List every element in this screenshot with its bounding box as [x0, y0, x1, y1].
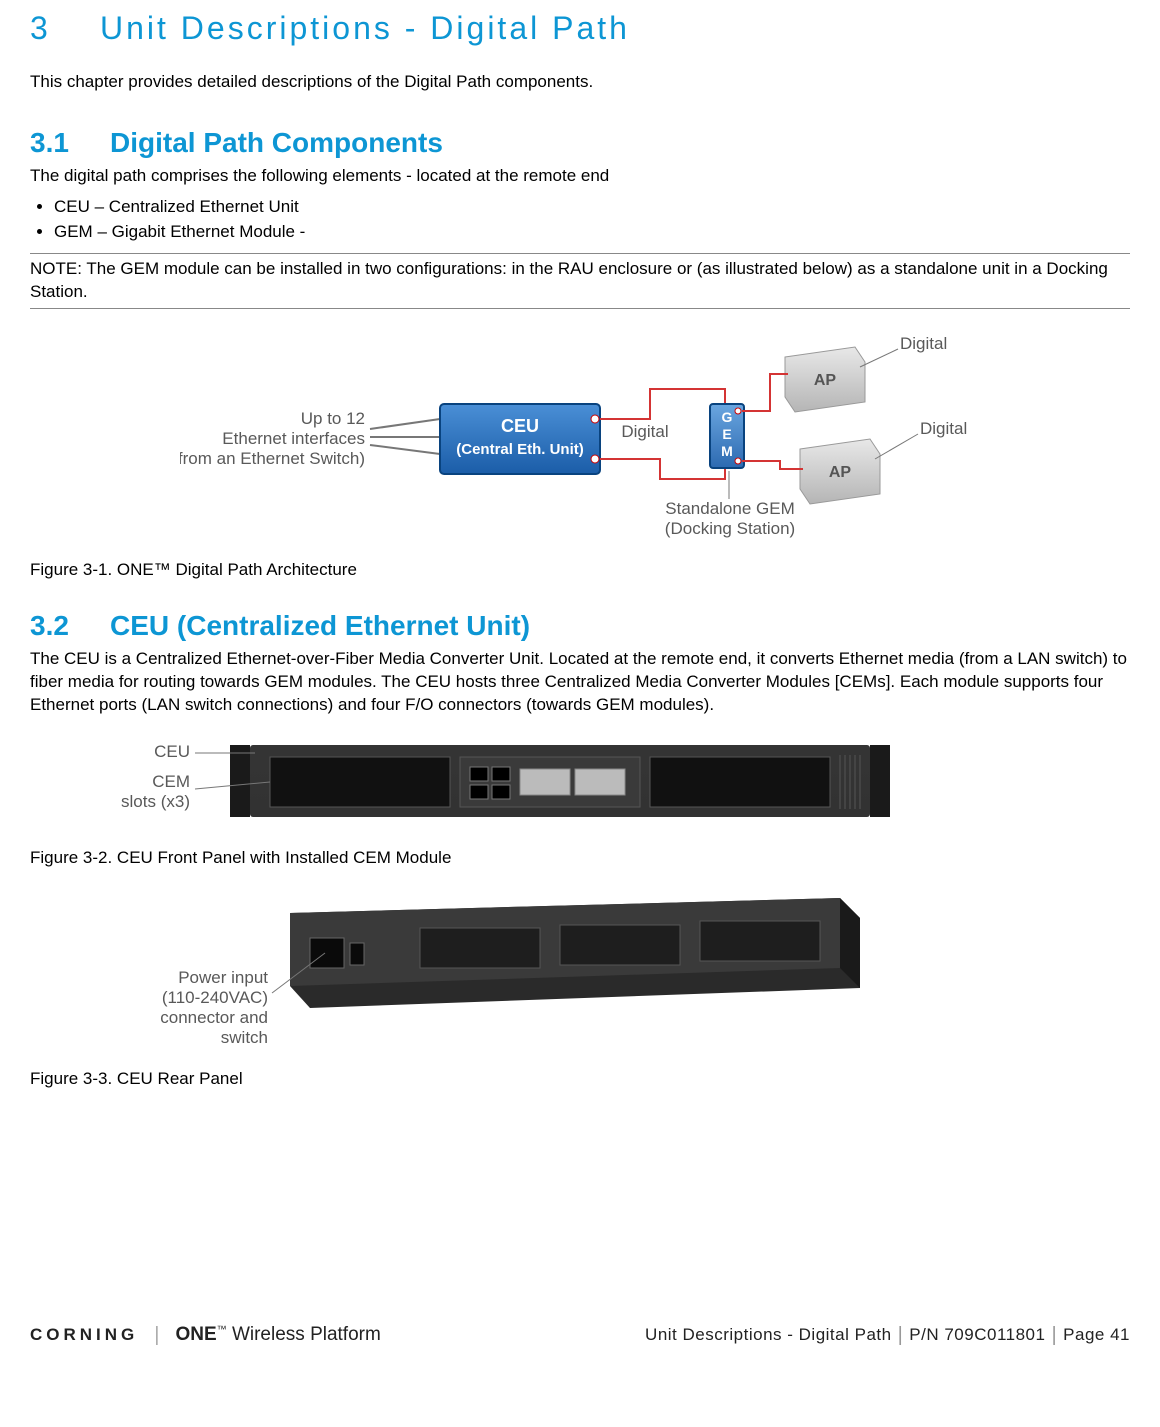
standalone-label-line1: Standalone GEM [665, 499, 794, 518]
section-title: Digital Path Components [110, 127, 443, 158]
ap-label-bottom: AP [829, 464, 852, 481]
cem-label-line2: slots (x3) [121, 792, 190, 811]
chapter-heading: 3Unit Descriptions - Digital Path [30, 10, 1130, 47]
platform-name: ONE™ Wireless Platform [175, 1324, 380, 1346]
separator-icon: | [898, 1324, 904, 1347]
ap-label-top: AP [814, 372, 837, 389]
figure-3-3-caption: Figure 3-3. CEU Rear Panel [30, 1069, 1130, 1089]
ceu-label: CEU [154, 742, 190, 761]
brand-logo: CORNING [30, 1325, 138, 1345]
ceu-box-line1: CEU [501, 416, 539, 436]
standalone-label-line2: (Docking Station) [665, 519, 795, 538]
footer-pn: P/N 709C011801 [909, 1325, 1045, 1345]
power-label-line2: (110-240VAC) [162, 988, 268, 1007]
chapter-intro: This chapter provides detailed descripti… [30, 72, 1130, 92]
section-number: 3.2 [30, 610, 110, 642]
chapter-number: 3 [30, 10, 100, 47]
figure-3-3: Power input (110-240VAC) connector and s… [160, 898, 880, 1063]
svg-text:M: M [721, 443, 733, 459]
digital-label-top: Digital [900, 334, 947, 353]
figure-3-2-caption: Figure 3-2. CEU Front Panel with Install… [30, 848, 1130, 868]
section-3-1-lead: The digital path comprises the following… [30, 165, 1130, 188]
footer-title: Unit Descriptions - Digital Path [645, 1325, 892, 1345]
separator-icon: | [154, 1324, 159, 1347]
power-label-line4: switch [221, 1028, 268, 1047]
power-label-line3: connector and [160, 1008, 268, 1027]
list-item: GEM – Gigabit Ethernet Module - [54, 219, 1130, 245]
eth-label-line1: Up to 12 [301, 409, 365, 428]
section-3-2-body: The CEU is a Centralized Ethernet-over-F… [30, 648, 1130, 717]
svg-text:G: G [722, 409, 733, 425]
ceu-box-line2: (Central Eth. Unit) [456, 441, 584, 458]
footer-page: Page 41 [1063, 1325, 1130, 1345]
figure-3-1-caption: Figure 3-1. ONE™ Digital Path Architectu… [30, 560, 1130, 580]
list-item: CEU – Centralized Ethernet Unit [54, 194, 1130, 220]
section-title: CEU (Centralized Ethernet Unit) [110, 610, 530, 641]
power-label-line1: Power input [178, 968, 268, 987]
section-number: 3.1 [30, 127, 110, 159]
digital-label-bottom: Digital [920, 419, 967, 438]
separator-icon: | [1051, 1324, 1057, 1347]
eth-label-line2: Ethernet interfaces [222, 429, 365, 448]
svg-text:E: E [722, 426, 731, 442]
chapter-title: Unit Descriptions - Digital Path [100, 10, 630, 46]
page-footer: CORNING | ONE™ Wireless Platform Unit De… [30, 1310, 1130, 1360]
figure-3-1: Up to 12 Ethernet interfaces (from an Et… [180, 319, 980, 554]
cem-label-line1: CEM [152, 772, 190, 791]
eth-label-line3: (from an Ethernet Switch) [180, 449, 365, 468]
section-3-1-heading: 3.1Digital Path Components [30, 127, 1130, 159]
figure-3-2: CEU CEM slots (x3) [120, 727, 920, 842]
digital-label-mid: Digital [621, 422, 668, 441]
component-list: CEU – Centralized Ethernet Unit GEM – Gi… [30, 194, 1130, 245]
section-3-2-heading: 3.2CEU (Centralized Ethernet Unit) [30, 610, 1130, 642]
note-box: NOTE: The GEM module can be installed in… [30, 253, 1130, 309]
